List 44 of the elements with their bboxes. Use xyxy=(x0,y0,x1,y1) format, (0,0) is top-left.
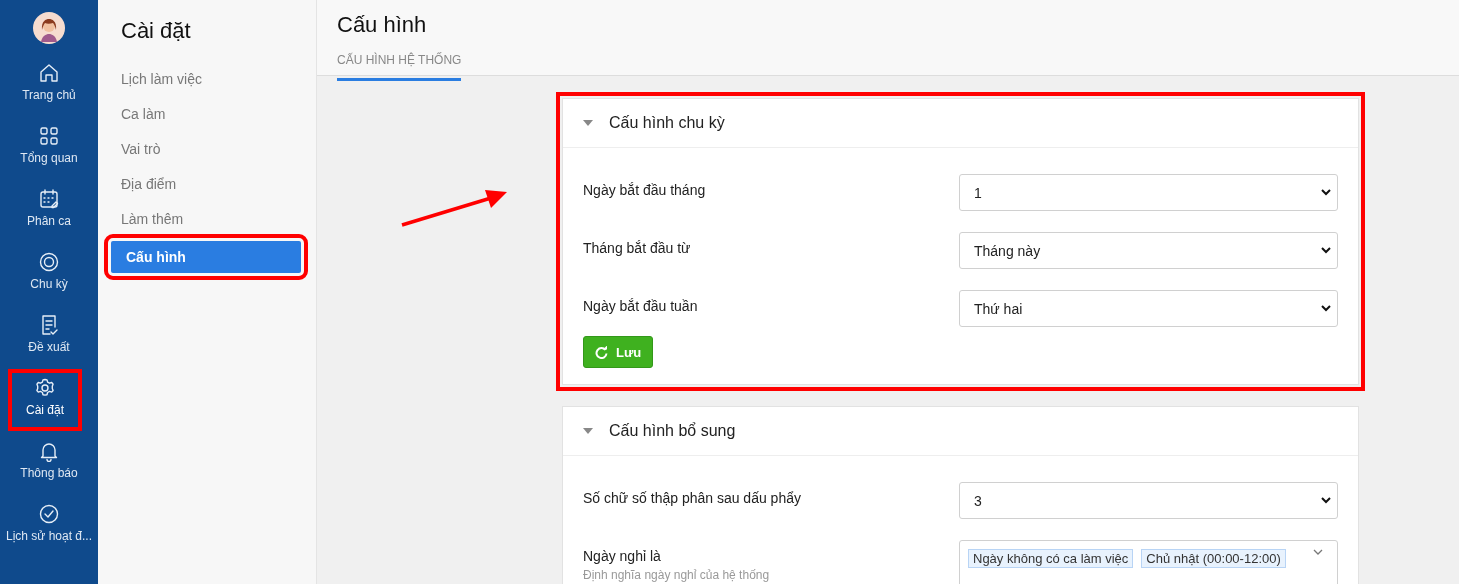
nav-item[interactable]: Chu kỳ xyxy=(0,245,98,308)
tag: Ngày không có ca làm việc xyxy=(968,549,1134,568)
field-label: Ngày bắt đầu tuần xyxy=(583,298,698,314)
menu-item[interactable]: Làm thêm xyxy=(106,202,308,237)
avatar[interactable] xyxy=(33,12,65,44)
page-title: Cấu hình xyxy=(337,12,428,38)
menu-item[interactable]: Địa điểm xyxy=(106,167,308,202)
menu-item[interactable]: Lịch làm việc xyxy=(106,62,308,97)
chevron-down-icon xyxy=(1321,305,1331,312)
tag: Chủ nhật (00:00-12:00) xyxy=(1141,549,1286,568)
check-circle-icon xyxy=(38,503,60,525)
select-field[interactable]: 3 xyxy=(959,482,1338,519)
nav-item[interactable]: Thông báo xyxy=(0,434,98,497)
settings-icon xyxy=(34,377,56,399)
select-field[interactable]: Tháng này xyxy=(959,232,1338,269)
field-hint: Định nghĩa ngày nghỉ của hệ thống xyxy=(583,568,770,582)
chevron-down-icon xyxy=(1321,497,1331,504)
chevron-down-icon xyxy=(1313,549,1323,556)
card-header[interactable]: Cấu hình chu kỳ xyxy=(563,99,1358,148)
card-header[interactable]: Cấu hình bổ sung xyxy=(563,407,1358,456)
field-label: Số chữ số thập phân sau dấu phẩy xyxy=(583,490,801,506)
field-label: Tháng bắt đầu từ xyxy=(583,240,691,256)
select-field[interactable]: Thứ hai xyxy=(959,290,1338,327)
home-icon xyxy=(38,62,60,84)
grid-icon xyxy=(38,125,60,147)
field-label: Ngày nghỉ là xyxy=(583,548,662,564)
nav-item[interactable]: Tổng quan xyxy=(0,119,98,182)
nav-item[interactable]: Cài đặt xyxy=(12,373,78,427)
nav-item[interactable]: Lịch sử hoạt đ... xyxy=(0,497,98,560)
nav-item[interactable]: Phân ca xyxy=(0,182,98,245)
nav-item[interactable]: Đề xuất xyxy=(0,308,98,371)
nav-item[interactable]: Trang chủ xyxy=(0,56,98,119)
select-field[interactable]: 1 xyxy=(959,174,1338,211)
field-label: Ngày bắt đầu tháng xyxy=(583,182,706,198)
refresh-icon xyxy=(595,345,608,359)
chevron-down-icon xyxy=(1321,247,1331,254)
menu-item[interactable]: Vai trò xyxy=(106,132,308,167)
chevron-down-icon xyxy=(1321,189,1331,196)
bell-icon xyxy=(38,440,60,462)
menu-item[interactable]: Ca làm xyxy=(106,97,308,132)
target-icon xyxy=(38,251,60,273)
multi-select-field[interactable]: Ngày không có ca làm việc Chủ nhật (00:00-12:00) xyxy=(959,540,1338,584)
panel-title: Cài đặt xyxy=(121,18,192,44)
calendar-icon xyxy=(38,188,60,210)
